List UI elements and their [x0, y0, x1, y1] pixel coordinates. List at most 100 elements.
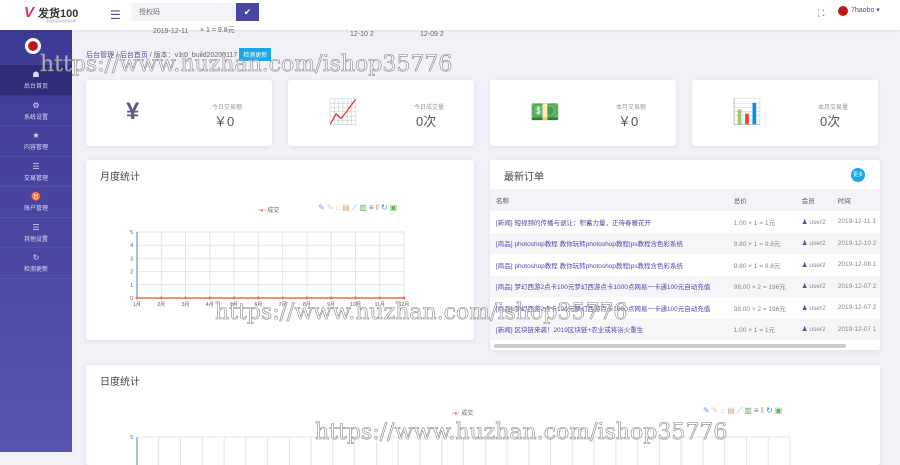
sidebar-item[interactable]: ☰ 交易管理: [0, 157, 72, 187]
y-tick-label: 4: [130, 243, 133, 249]
data-point: [256, 296, 260, 300]
user-icon: ♟: [801, 240, 808, 248]
menu-toggle-icon[interactable]: ☰: [110, 8, 121, 22]
stat-value: 0次: [416, 114, 437, 129]
table-row: [商品] photoshop教程 教你玩转photoshop教程|ps教程含色彩…: [490, 254, 880, 276]
stat-card: ¥ 今日交易额 ￥0: [86, 80, 272, 146]
data-point: [378, 296, 382, 300]
stat-label: 本月交易量: [818, 105, 849, 111]
x-tick-label: 8月: [303, 302, 311, 308]
user-icon: ♟: [801, 326, 808, 334]
order-time: 2019-12-07 2: [831, 275, 880, 297]
monthly-panel: 月度统计 -●- 成交 ✎✎⌂▤⟋▥≡‖↻▣ 0 1 2 3 4 5 1月 2月 3月 4月 5月 6…: [86, 160, 474, 340]
sidebar-item[interactable]: ♉ 账户管理: [0, 187, 72, 218]
logo-mark-icon: V: [24, 4, 35, 21]
table-row: [商品] 梦幻西游2点卡100元梦幻西游点卡1000点网易一卡通100元自动充值…: [490, 275, 880, 297]
table-row: [商品] 梦幻西游2点卡100元梦幻西游点卡1000点网易一卡通100元自动充值…: [490, 297, 880, 319]
stray-date: 12-09 2: [420, 31, 444, 38]
order-time: 2019-12-10 2: [831, 232, 880, 254]
data-point: [305, 296, 309, 300]
check-update-button[interactable]: 检测更新: [239, 48, 272, 61]
y-tick-label: 5: [130, 230, 133, 236]
sidebar: ☗ 后台首页 ⚙ 系统设置 ★ 内容管理 ☰ 交易管理 ♉ 账户管理 ☰ 其他设置 ↻ 检测更新: [0, 30, 72, 452]
top-bar: V发货100虚拟商品自动发货系统 ☰ ✔ ⛶ 7haobo ▾: [0, 0, 900, 30]
x-tick-label: 12月: [399, 302, 410, 308]
orders-panel: 最新订单 更多 名称 总价 会员 时间 [新闻] 短视频的传播与退让：积蓄力量，正待春暖…: [490, 160, 880, 350]
x-tick-label: 3月: [182, 302, 190, 308]
stat-icon: 💵: [530, 99, 560, 126]
horizontal-scrollbar[interactable]: [494, 344, 846, 348]
stat-label: 今日交易额: [212, 105, 243, 111]
order-time: 2019-12-07 2: [837, 304, 877, 312]
data-point: [402, 296, 406, 300]
order-user: ♟ user2: [801, 304, 826, 312]
orders-title: 最新订单: [504, 172, 544, 183]
sidebar-item[interactable]: ⚙ 系统设置: [0, 96, 72, 126]
order-user: ♟ user2: [795, 318, 832, 340]
order-link[interactable]: [商品] photoshop教程 教你玩转photoshop教程|ps教程含色彩…: [496, 241, 683, 248]
data-point: [159, 296, 163, 300]
user-icon: ♟: [801, 218, 808, 226]
order-link[interactable]: [商品] 梦幻西游2点卡100元梦幻西游点卡1000点网易一卡通100元自动充值: [496, 306, 710, 313]
order-user: ♟ user2: [795, 232, 832, 254]
data-point: [353, 296, 357, 300]
daily-panel: 日度统计 -●- 成交 ✎✎⌂▤⟋▥≡‖↻▣ 5: [86, 365, 880, 465]
stray-date: 12-10 2: [350, 31, 374, 38]
y-tick-label: 2: [130, 270, 133, 276]
sidebar-item[interactable]: ☰ 其他设置: [0, 218, 72, 248]
x-tick-label: 6月: [254, 302, 262, 308]
order-link[interactable]: [新闻] 短视频的传播与退让：积蓄力量，正待春暖花开: [496, 220, 651, 227]
sidebar-item-label: 系统设置: [23, 114, 48, 121]
daily-line-chart: 5: [130, 435, 791, 465]
order-price: 1.00 × 1 = 1元: [733, 219, 775, 227]
more-button[interactable]: 更多: [851, 168, 865, 182]
sidebar-item-label: 交易管理: [23, 175, 48, 182]
user-menu[interactable]: 7haobo ▾: [851, 6, 880, 14]
stat-card: 📈 今日成交量 0次: [288, 80, 474, 146]
x-tick-label: 10月: [350, 302, 361, 308]
x-tick-label: 9月: [327, 302, 335, 308]
x-tick-label: 11月: [375, 302, 385, 308]
order-user: ♟ user2: [801, 218, 826, 226]
search-submit-button[interactable]: ✔: [236, 3, 259, 21]
x-tick-label: 2月: [157, 302, 165, 308]
order-user: ♟ user2: [801, 261, 826, 269]
user-avatar[interactable]: [838, 6, 848, 16]
data-point: [135, 296, 139, 300]
breadcrumb-home[interactable]: 后台管理: [86, 52, 114, 59]
version-text: 版本：v1.0_build20200117: [153, 52, 238, 59]
order-time: 2019-12-11 1: [837, 218, 876, 226]
order-price: 9.80 × 1 = 9.8元: [727, 232, 796, 254]
y-tick-label: 5: [130, 435, 133, 441]
data-point: [281, 296, 285, 300]
x-tick-label: 7月: [279, 302, 287, 308]
table-row: [新闻] 区块链来袭！2019区块链+农业或将浴火重生 1.00 × 1 = 1元…: [490, 318, 880, 340]
order-link[interactable]: [新闻] 区块链来袭！2019区块链+农业或将浴火重生: [496, 327, 643, 334]
breadcrumb-current[interactable]: 后台首页: [120, 52, 148, 59]
order-user: ♟ user2: [795, 275, 832, 297]
data-point: [184, 296, 188, 300]
stray-date: 2019-12-11: [153, 28, 189, 35]
monthly-line-chart: 0123451月 2月 3月 4月 5月 6月 7月 8月 9月 10月 11月 12月: [130, 230, 410, 308]
order-time: 2019-12-07 1: [831, 318, 880, 340]
x-tick-label: 1月: [133, 302, 141, 308]
data-point: [208, 296, 212, 300]
user-icon: ♟: [801, 304, 808, 312]
license-code-input[interactable]: [131, 3, 237, 21]
sidebar-item[interactable]: ★ 内容管理: [0, 126, 72, 157]
stat-value: ￥0: [618, 114, 639, 129]
order-link[interactable]: [商品] photoshop教程 教你玩转photoshop教程|ps教程含色彩…: [496, 263, 683, 270]
sidebar-item-icon: ☗: [32, 70, 40, 79]
fullscreen-icon[interactable]: ⛶: [818, 8, 824, 19]
stat-card: 💵 本月交易额 ￥0: [490, 80, 676, 146]
stat-label: 今日成交量: [414, 105, 445, 111]
table-row: [商品] photoshop教程 教你玩转photoshop教程|ps教程含色彩…: [490, 232, 880, 254]
order-link[interactable]: [商品] 梦幻西游2点卡100元梦幻西游点卡1000点网易一卡通100元自动充值: [496, 284, 710, 291]
sidebar-item-label: 检测更新: [23, 267, 48, 273]
stat-value: ￥0: [214, 114, 235, 129]
y-tick-label: 3: [130, 256, 133, 262]
sidebar-item[interactable]: ↻ 检测更新: [0, 248, 72, 279]
sidebar-item[interactable]: ☗ 后台首页: [0, 65, 72, 96]
logo[interactable]: V 发货100 虚拟商品自动发货系统: [24, 4, 78, 23]
stat-value: 0次: [820, 114, 841, 129]
